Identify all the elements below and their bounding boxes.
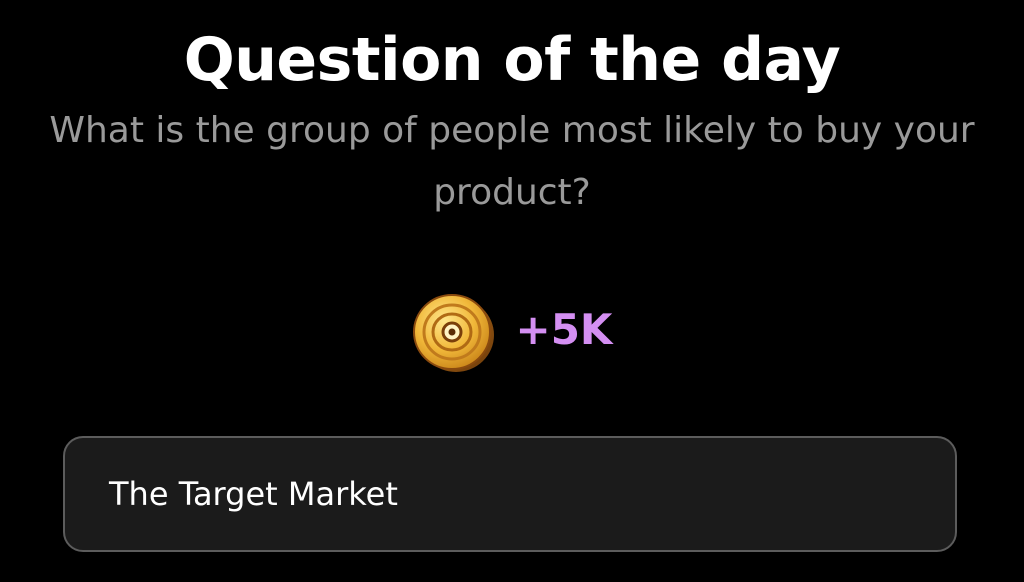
page-title: Question of the day [183,25,841,95]
reward-amount: +5K [515,305,613,354]
coin-icon [412,294,494,372]
answer-option-button[interactable]: The Target Market [63,436,957,552]
answer-option-label: The Target Market [109,475,398,513]
question-text: What is the group of people most likely … [49,110,975,213]
reward-row: +5K [0,292,1024,374]
question-of-the-day-screen: Question of the day What is the group of… [0,0,1024,582]
